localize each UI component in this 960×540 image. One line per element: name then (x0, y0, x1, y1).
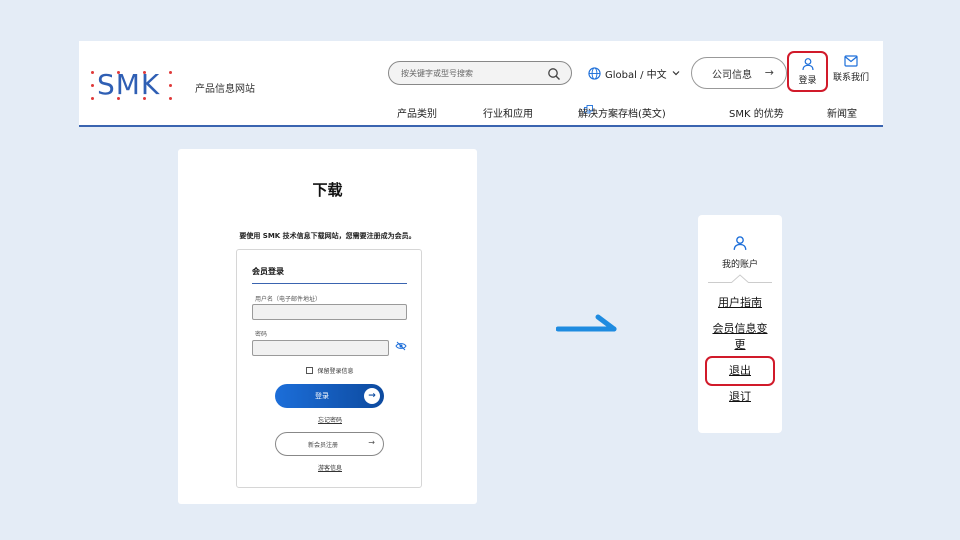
logo-dot (143, 71, 146, 74)
username-label: 用户名（电子邮件地址） (255, 296, 322, 303)
mail-icon (844, 55, 858, 67)
nav-item-products[interactable]: 产品类别 (397, 105, 437, 120)
logo-dot (91, 71, 94, 74)
nav-item-newsroom[interactable]: 新闻室 (827, 105, 857, 120)
arrow-right-icon: → (368, 438, 375, 447)
user-guide-link[interactable]: 用户指南 (698, 295, 782, 311)
forgot-password-link[interactable]: 忘记密码 (237, 415, 423, 424)
password-field[interactable] (252, 340, 389, 356)
language-label: Global / 中文 (605, 69, 667, 81)
contact-button[interactable]: 联系我们 (831, 55, 871, 83)
username-field[interactable] (252, 304, 407, 320)
logo-dot (117, 97, 120, 100)
contact-label: 联系我们 (832, 73, 869, 83)
globe-icon (588, 66, 601, 80)
caret-icon (731, 274, 749, 283)
logo-dot (91, 84, 94, 87)
divider (252, 283, 407, 284)
member-login-title: 会员登录 (252, 267, 284, 276)
download-card: 下载 要使用 SMK 技术信息下载网站，您需要注册成为会员。 会员登录 用户名（… (178, 149, 477, 504)
member-login-form: 会员登录 用户名（电子邮件地址） 密码 保留登录信息 登录 → 忘记密码 新会员… (236, 249, 422, 488)
nav-item-solutions[interactable]: 解决方案存档(英文) (578, 105, 666, 120)
logout-link[interactable]: 退出 (698, 363, 782, 379)
account-panel: 我的账户 用户指南 会员信息变 更 退出 退订 (698, 215, 782, 433)
arrow-right-icon: → (764, 66, 774, 79)
logo-dot (169, 84, 172, 87)
logo-dot (91, 97, 94, 100)
person-icon (733, 236, 747, 250)
register-label: 新会员注册 (308, 441, 339, 449)
register-button[interactable]: 新会员注册 → (275, 432, 384, 456)
search-input[interactable] (401, 66, 541, 80)
main-nav: 产品类别 行业和应用 解决方案存档(英文) SMK 的优势 新闻室 (79, 105, 883, 121)
site-name: 产品信息网站 (195, 84, 255, 95)
download-note: 要使用 SMK 技术信息下载网站，您需要注册成为会员。 (239, 232, 416, 240)
password-label: 密码 (255, 331, 268, 338)
smk-logo[interactable]: SMK (87, 68, 172, 101)
member-login-label: 登录 (315, 392, 329, 400)
member-info-change-link[interactable]: 会员信息变 (698, 321, 782, 337)
login-button[interactable]: 登录 (787, 51, 828, 92)
company-info-label: 公司信息 (712, 69, 752, 81)
nav-item-solutions-label: 解决方案存档(英文) (578, 109, 666, 120)
unsubscribe-link[interactable]: 退订 (698, 389, 782, 405)
transition-arrow-icon (556, 314, 617, 332)
remember-login[interactable]: 保留登录信息 (237, 366, 423, 375)
eye-off-icon[interactable] (395, 341, 407, 351)
search-box[interactable] (388, 61, 572, 85)
chevron-down-icon (672, 71, 680, 76)
arrow-right-icon: → (364, 388, 380, 404)
person-icon (801, 58, 814, 71)
language-selector[interactable]: Global / 中文 (588, 65, 681, 81)
logo-dot (169, 71, 172, 74)
guest-info-link[interactable]: 游客信息 (237, 463, 423, 472)
logo-dot (143, 97, 146, 100)
logo-text: SMK (97, 68, 161, 101)
nav-item-industries[interactable]: 行业和应用 (483, 105, 533, 120)
logo-dot (117, 71, 120, 74)
member-login-button[interactable]: 登录 → (275, 384, 384, 408)
remember-checkbox[interactable] (306, 367, 314, 374)
search-icon[interactable] (547, 67, 561, 81)
logo-dot (169, 97, 172, 100)
login-label: 登录 (798, 76, 817, 86)
member-info-change-link-cont[interactable]: 更 (698, 337, 782, 353)
download-title: 下载 (312, 181, 343, 199)
company-info-button[interactable]: 公司信息 → (691, 57, 787, 89)
site-header: SMK 产品信息网站 Global / 中文 公司信息 → (79, 41, 883, 127)
my-account-title: 我的账户 (721, 260, 758, 270)
nav-item-advantages[interactable]: SMK 的优势 (729, 105, 784, 120)
remember-label: 保留登录信息 (317, 368, 354, 375)
